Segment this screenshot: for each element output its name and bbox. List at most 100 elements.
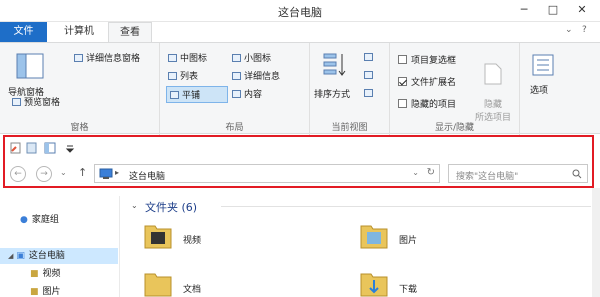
section-header[interactable]: 文件夹 (6) bbox=[145, 199, 197, 215]
forward-button[interactable]: → bbox=[36, 166, 52, 182]
tab-view[interactable]: 查看 bbox=[108, 22, 152, 43]
address-path[interactable]: 这台电脑 bbox=[129, 169, 165, 182]
item-checkboxes-checkbox[interactable] bbox=[398, 55, 407, 64]
nav-item-videos[interactable]: ■ 视频 bbox=[0, 266, 118, 282]
layout-details-label: 详细信息 bbox=[244, 72, 281, 82]
nav-item-homegroup-label: 家庭组 bbox=[31, 215, 59, 225]
options-group: 选项 bbox=[520, 43, 564, 135]
details-pane-label: 详细信息窗格 bbox=[86, 54, 141, 64]
homegroup-icon: ● bbox=[20, 215, 28, 225]
nav-item-this-pc[interactable]: ◢ ▣ 这台电脑 bbox=[0, 248, 118, 264]
layout-medium-icons[interactable]: 中图标 bbox=[168, 51, 207, 64]
nav-item-pictures[interactable]: ■ 图片 bbox=[0, 284, 118, 297]
file-extensions-toggle[interactable]: 文件扩展名 bbox=[398, 75, 456, 88]
minimize-button[interactable]: ─ bbox=[510, 0, 538, 20]
hide-selected-button[interactable]: 隐藏 所选项目 bbox=[470, 53, 516, 123]
options-button[interactable]: 选项 bbox=[528, 53, 558, 103]
details-pane-button[interactable]: 详细信息窗格 bbox=[74, 51, 140, 64]
tab-file[interactable]: 文件 bbox=[0, 22, 47, 42]
help-icon[interactable]: ? bbox=[582, 25, 587, 35]
search-icon bbox=[572, 169, 582, 179]
collapse-section-icon[interactable]: ⌄ bbox=[131, 201, 138, 210]
search-placeholder: 搜索"这台电脑" bbox=[456, 172, 519, 182]
address-dropdown-icon[interactable]: ⌄ bbox=[412, 168, 419, 177]
address-bar[interactable]: ▸ 这台电脑 ⌄ ↻ bbox=[94, 164, 440, 183]
layout-tiles[interactable]: 平铺 bbox=[166, 86, 228, 103]
sort-by-icon bbox=[323, 53, 346, 76]
recent-locations-icon[interactable]: ⌄ bbox=[60, 168, 67, 177]
nav-item-homegroup[interactable]: ● 家庭组 bbox=[0, 212, 118, 228]
add-columns-button[interactable] bbox=[364, 71, 376, 81]
layout-small-icons[interactable]: 小图标 bbox=[232, 51, 271, 64]
refresh-icon[interactable]: ↻ bbox=[427, 167, 435, 178]
toggle-pane-icon[interactable] bbox=[44, 142, 56, 154]
folder-label[interactable]: 视频 bbox=[183, 233, 201, 246]
hidden-items-checkbox[interactable] bbox=[398, 99, 407, 108]
medium-icons-icon bbox=[168, 54, 177, 62]
new-folder-icon[interactable] bbox=[26, 142, 38, 154]
hide-selected-icon bbox=[484, 63, 502, 85]
preview-pane-button[interactable]: 预览窗格 bbox=[12, 95, 60, 108]
options-label: 选项 bbox=[530, 86, 549, 96]
nav-pane-icon bbox=[16, 53, 44, 79]
layout-details[interactable]: 详细信息 bbox=[232, 69, 280, 82]
panes-group-label: 窗格 bbox=[70, 123, 89, 133]
add-columns-icon bbox=[364, 71, 373, 79]
layout-medium-icons-label: 中图标 bbox=[180, 54, 208, 64]
computer-icon: ▣ bbox=[16, 251, 25, 261]
navigation-pane: ● 家庭组 ◢ ▣ 这台电脑 ■ 视频 ■ 图片 bbox=[0, 196, 120, 297]
layout-group-label: 布局 bbox=[225, 123, 244, 133]
panes-group: 导航窗格 预览窗格 详细信息窗格 窗格 bbox=[0, 43, 160, 135]
show-hide-group: 项目复选框 文件扩展名 隐藏的项目 隐藏 所选项目 显示/隐藏 bbox=[390, 43, 520, 135]
show-hide-group-label: 显示/隐藏 bbox=[434, 123, 475, 133]
folder-icon bbox=[360, 225, 388, 249]
sort-by-label: 排序方式 bbox=[314, 90, 351, 100]
file-extensions-label: 文件扩展名 bbox=[411, 78, 457, 88]
layout-content[interactable]: 内容 bbox=[232, 87, 262, 100]
item-checkboxes-label: 项目复选框 bbox=[411, 56, 457, 66]
folder-label[interactable]: 下载 bbox=[399, 282, 417, 295]
list-icon bbox=[168, 72, 177, 80]
quick-access-toolbar bbox=[0, 136, 600, 160]
tiles-icon bbox=[170, 91, 179, 99]
vertical-scrollbar[interactable] bbox=[592, 188, 600, 297]
customize-qat-icon[interactable] bbox=[64, 142, 76, 154]
back-button[interactable]: ← bbox=[10, 166, 26, 182]
computer-icon bbox=[99, 168, 113, 179]
breadcrumb-chevron-icon[interactable]: ▸ bbox=[115, 168, 119, 177]
folder-icon bbox=[360, 273, 388, 297]
file-extensions-checkbox[interactable] bbox=[398, 77, 407, 86]
nav-item-pictures-label: 图片 bbox=[42, 287, 61, 297]
folder-label[interactable]: 文档 bbox=[183, 282, 201, 295]
group-by-button[interactable] bbox=[364, 53, 376, 63]
section-divider bbox=[221, 206, 591, 207]
details-icon bbox=[232, 72, 241, 80]
maximize-button[interactable]: □ bbox=[539, 0, 567, 20]
search-box[interactable]: 搜索"这台电脑" bbox=[448, 164, 588, 183]
layout-list[interactable]: 列表 bbox=[168, 69, 198, 82]
folder-label[interactable]: 图片 bbox=[399, 233, 417, 246]
hidden-items-toggle[interactable]: 隐藏的项目 bbox=[398, 97, 456, 110]
close-button[interactable]: ✕ bbox=[568, 0, 596, 20]
expand-arrow-icon: ◢ bbox=[8, 252, 14, 260]
layout-list-label: 列表 bbox=[180, 72, 199, 82]
tab-computer[interactable]: 计算机 bbox=[52, 22, 106, 42]
nav-item-this-pc-label: 这台电脑 bbox=[28, 251, 65, 261]
hidden-items-label: 隐藏的项目 bbox=[411, 100, 457, 110]
folder-icon: ■ bbox=[30, 287, 39, 297]
group-by-icon bbox=[364, 53, 373, 61]
size-columns-button[interactable] bbox=[364, 89, 376, 99]
current-view-group-label: 当前视图 bbox=[331, 123, 368, 133]
up-button[interactable]: ↑ bbox=[78, 166, 87, 179]
item-checkboxes-toggle[interactable]: 项目复选框 bbox=[398, 53, 456, 66]
preview-pane-icon bbox=[12, 98, 21, 106]
properties-icon[interactable] bbox=[10, 142, 22, 154]
layout-small-icons-label: 小图标 bbox=[244, 54, 272, 64]
folder-icon bbox=[144, 225, 172, 249]
sort-by-button[interactable]: 排序方式 bbox=[314, 49, 358, 109]
folder-icon: ■ bbox=[30, 269, 39, 279]
size-columns-icon bbox=[364, 89, 373, 97]
folder-icon bbox=[144, 273, 172, 297]
collapse-ribbon-icon[interactable]: ⌄ bbox=[565, 25, 573, 35]
layout-tiles-label: 平铺 bbox=[182, 91, 201, 101]
